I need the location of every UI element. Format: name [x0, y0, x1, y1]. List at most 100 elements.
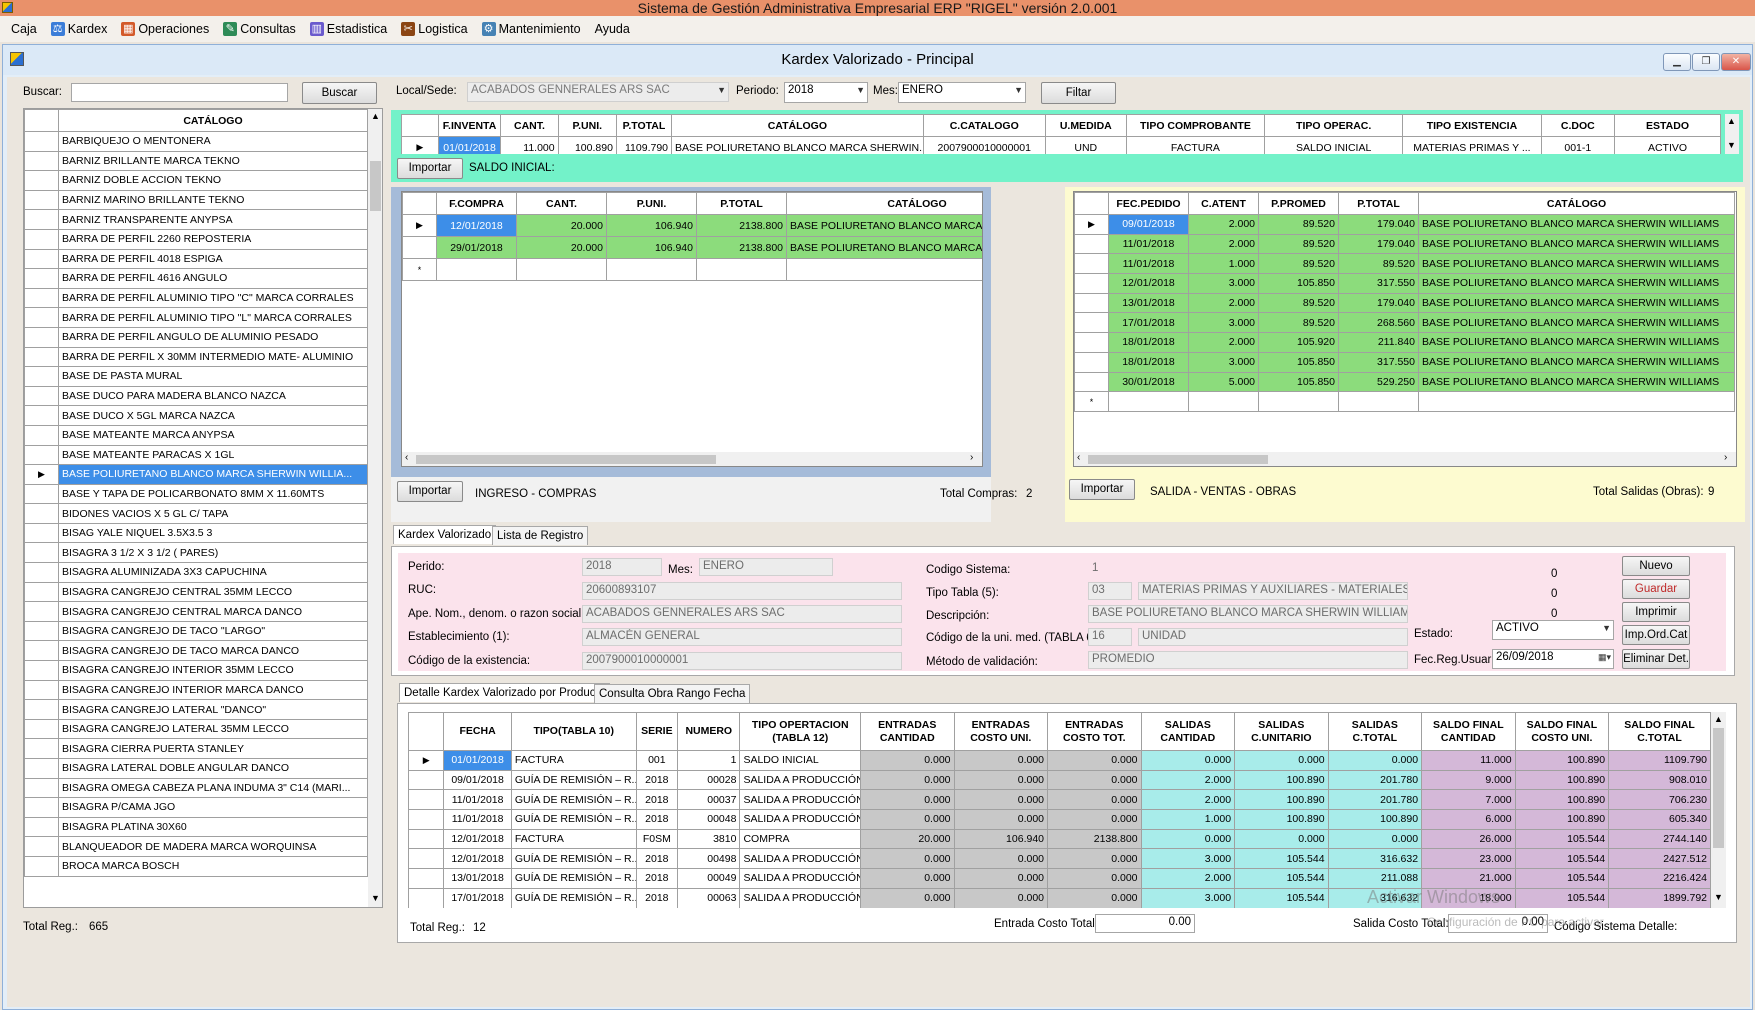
detalle-cell[interactable]: 0.000: [859, 809, 955, 830]
detalle-cell[interactable]: 12/01/2018: [443, 848, 512, 870]
detalle-cell[interactable]: FACTURA: [510, 750, 637, 771]
row-header[interactable]: [24, 346, 59, 368]
detalle-cell[interactable]: 2018: [635, 848, 679, 870]
periodo-select[interactable]: 2018 ▼: [784, 82, 868, 103]
salidas-empty-cell[interactable]: [1418, 391, 1735, 412]
detalle-cell[interactable]: 2744.140: [1608, 828, 1711, 850]
detalle-col-header[interactable]: ENTRADAS CANTIDAD: [859, 712, 955, 751]
catalog-row[interactable]: BASE MATEANTE MARCA ANYPSA: [24, 424, 368, 446]
column-header-catalogo[interactable]: CATÁLOGO: [58, 109, 368, 132]
compras-cell[interactable]: 12/01/2018: [436, 214, 517, 237]
row-selector-icon[interactable]: ▶: [24, 464, 59, 485]
detalle-cell[interactable]: 105.544: [1514, 887, 1610, 908]
row-header[interactable]: [24, 758, 59, 779]
detalle-cell[interactable]: 706.230: [1608, 789, 1711, 811]
compras-empty-cell[interactable]: [516, 258, 607, 281]
salidas-empty-cell[interactable]: [1108, 391, 1189, 412]
imprimir-button[interactable]: Imprimir: [1622, 602, 1690, 622]
salidas-scroll-thumb[interactable]: [1088, 455, 1268, 464]
mes-select[interactable]: ENERO ▼: [898, 82, 1026, 103]
detalle-cell[interactable]: 0.000: [1047, 750, 1142, 771]
detalle-cell[interactable]: 0.000: [953, 750, 1049, 771]
detalle-col-header[interactable]: SALIDAS C.TOTAL: [1327, 712, 1423, 751]
detalle-col-header[interactable]: SERIE: [635, 712, 679, 751]
search-button[interactable]: Buscar: [302, 82, 377, 104]
scroll-left-icon[interactable]: ‹: [1077, 452, 1080, 463]
catalog-row[interactable]: BISAGRA CANGREJO CENTRAL 35MM LECCO: [24, 581, 368, 603]
catalog-row[interactable]: BISAGRA 3 1/2 X 3 1/2 ( PARES): [24, 542, 368, 564]
detalle-cell[interactable]: 100.890: [1514, 769, 1610, 791]
catalog-row[interactable]: BISAGRA ALUMINIZADA 3X3 CAPUCHINA: [24, 562, 368, 583]
row-header[interactable]: [24, 268, 59, 289]
window-title-bar[interactable]: Kardex Valorizado - Principal: [3, 45, 1752, 75]
detalle-row[interactable]: ▶ 01/01/2018 FACTURA 001 1 SALDO INICIAL 0.000…: [408, 750, 1711, 771]
row-header[interactable]: [24, 777, 59, 799]
detalle-cell[interactable]: 0.000: [1047, 848, 1142, 870]
saldo-importar-button[interactable]: Importar: [397, 158, 463, 179]
row-header[interactable]: [24, 738, 59, 759]
row-header[interactable]: [24, 170, 59, 191]
detalle-cell[interactable]: 0.000: [859, 750, 955, 771]
salidas-cell[interactable]: 179.040: [1338, 214, 1419, 235]
salidas-cell[interactable]: 211.840: [1338, 332, 1419, 353]
saldo-cell[interactable]: FACTURA: [1125, 136, 1266, 154]
detalle-cell[interactable]: GUÍA DE REMISIÓN – R...: [510, 809, 637, 830]
salidas-cell[interactable]: BASE POLIURETANO BLANCO MARCA SHERWIN WI…: [1418, 371, 1735, 393]
detalle-cell[interactable]: 0.000: [1234, 828, 1329, 850]
row-header[interactable]: [24, 601, 59, 622]
salidas-hscrollbar[interactable]: ‹ ›: [1074, 452, 1736, 466]
salidas-cell[interactable]: 179.040: [1338, 233, 1419, 255]
salidas-row[interactable]: 13/01/2018 2.000 89.520 179.040 BASE POLIURE…: [1074, 292, 1735, 314]
salidas-cell[interactable]: 89.520: [1258, 312, 1339, 334]
saldo-scrollbar[interactable]: ▲ ▼: [1725, 114, 1739, 154]
detalle-row[interactable]: 09/01/2018 GUÍA DE REMISIÓN – R... 2018 000…: [408, 769, 1711, 791]
salidas-cell[interactable]: 105.850: [1258, 273, 1339, 294]
detalle-cell[interactable]: 105.544: [1234, 868, 1329, 889]
scroll-up-icon[interactable]: ▲: [371, 111, 380, 121]
compras-col-header[interactable]: CANT.: [516, 192, 607, 215]
catalog-row[interactable]: BISAGRA CANGREJO CENTRAL MARCA DANCO: [24, 601, 368, 622]
row-header[interactable]: [24, 836, 59, 857]
catalog-row[interactable]: BISAG YALE NIQUEL 3.5X3.5 3: [24, 522, 368, 544]
saldo-col-header[interactable]: P.TOTAL: [615, 114, 673, 137]
saldo-cell[interactable]: SALDO INICIAL: [1264, 136, 1404, 154]
detalle-cell[interactable]: 0.000: [1140, 828, 1236, 850]
detalle-cell[interactable]: 001: [635, 750, 679, 771]
salidas-cell[interactable]: 179.040: [1338, 292, 1419, 314]
detalle-cell[interactable]: 0.000: [953, 868, 1049, 889]
detalle-col-header[interactable]: ENTRADAS COSTO UNI.: [953, 712, 1049, 751]
detalle-cell[interactable]: 2018: [635, 887, 679, 908]
detalle-cell[interactable]: 00048: [677, 809, 741, 830]
detalle-cell[interactable]: 908.010: [1608, 769, 1711, 791]
detalle-cell[interactable]: 0.000: [1047, 868, 1142, 889]
tab-kardex-valorizado[interactable]: Kardex Valorizado: [393, 525, 497, 544]
catalog-item[interactable]: BISAGRA CANGREJO INTERIOR MARCA DANCO: [58, 679, 368, 701]
salidas-cell[interactable]: 09/01/2018: [1108, 214, 1189, 235]
compras-cell[interactable]: 2138.800: [696, 214, 787, 237]
compras-importar-button[interactable]: Importar: [397, 481, 463, 502]
salidas-cell[interactable]: 89.520: [1258, 214, 1339, 235]
salidas-row[interactable]: 11/01/2018 1.000 89.520 89.520 BASE POLIURET…: [1074, 253, 1735, 275]
catalog-row[interactable]: BLANQUEADOR DE MADERA MARCA WORQUINSA: [24, 836, 368, 857]
catalog-row[interactable]: BARRA DE PERFIL ALUMINIO TIPO "C" MARCA …: [24, 287, 368, 309]
compras-col-header[interactable]: P.TOTAL: [696, 192, 787, 215]
salidas-cell[interactable]: BASE POLIURETANO BLANCO MARCA SHERWIN WI…: [1418, 253, 1735, 275]
detalle-cell[interactable]: 13/01/2018: [443, 868, 512, 889]
detalle-col-header[interactable]: FECHA: [443, 712, 512, 751]
imp-ord-cat-button[interactable]: Imp.Ord.Cat: [1622, 625, 1690, 645]
menu-item-caja[interactable]: Caja: [4, 17, 44, 41]
menu-item-logistica[interactable]: ✂ Logistica: [394, 17, 474, 41]
search-input[interactable]: [71, 83, 288, 102]
detalle-cell[interactable]: 21.000: [1421, 868, 1516, 889]
detalle-cell[interactable]: 7.000: [1421, 789, 1516, 811]
saldo-cell[interactable]: BASE POLIURETANO BLANCO MARCA SHERWIN...: [671, 136, 924, 154]
saldo-col-header[interactable]: F.INVENTA: [437, 114, 502, 137]
eliminar-det-button[interactable]: Eliminar Det.: [1622, 649, 1690, 669]
detalle-cell[interactable]: GUÍA DE REMISIÓN – R...: [510, 789, 637, 811]
compras-cell[interactable]: 20.000: [516, 214, 607, 237]
salidas-cell[interactable]: 3.000: [1188, 312, 1259, 334]
row-header[interactable]: [24, 542, 59, 564]
salidas-row[interactable]: 17/01/2018 3.000 89.520 268.560 BASE POLIURE…: [1074, 312, 1735, 334]
row-header[interactable]: [1074, 312, 1109, 334]
row-header[interactable]: [1074, 253, 1109, 275]
